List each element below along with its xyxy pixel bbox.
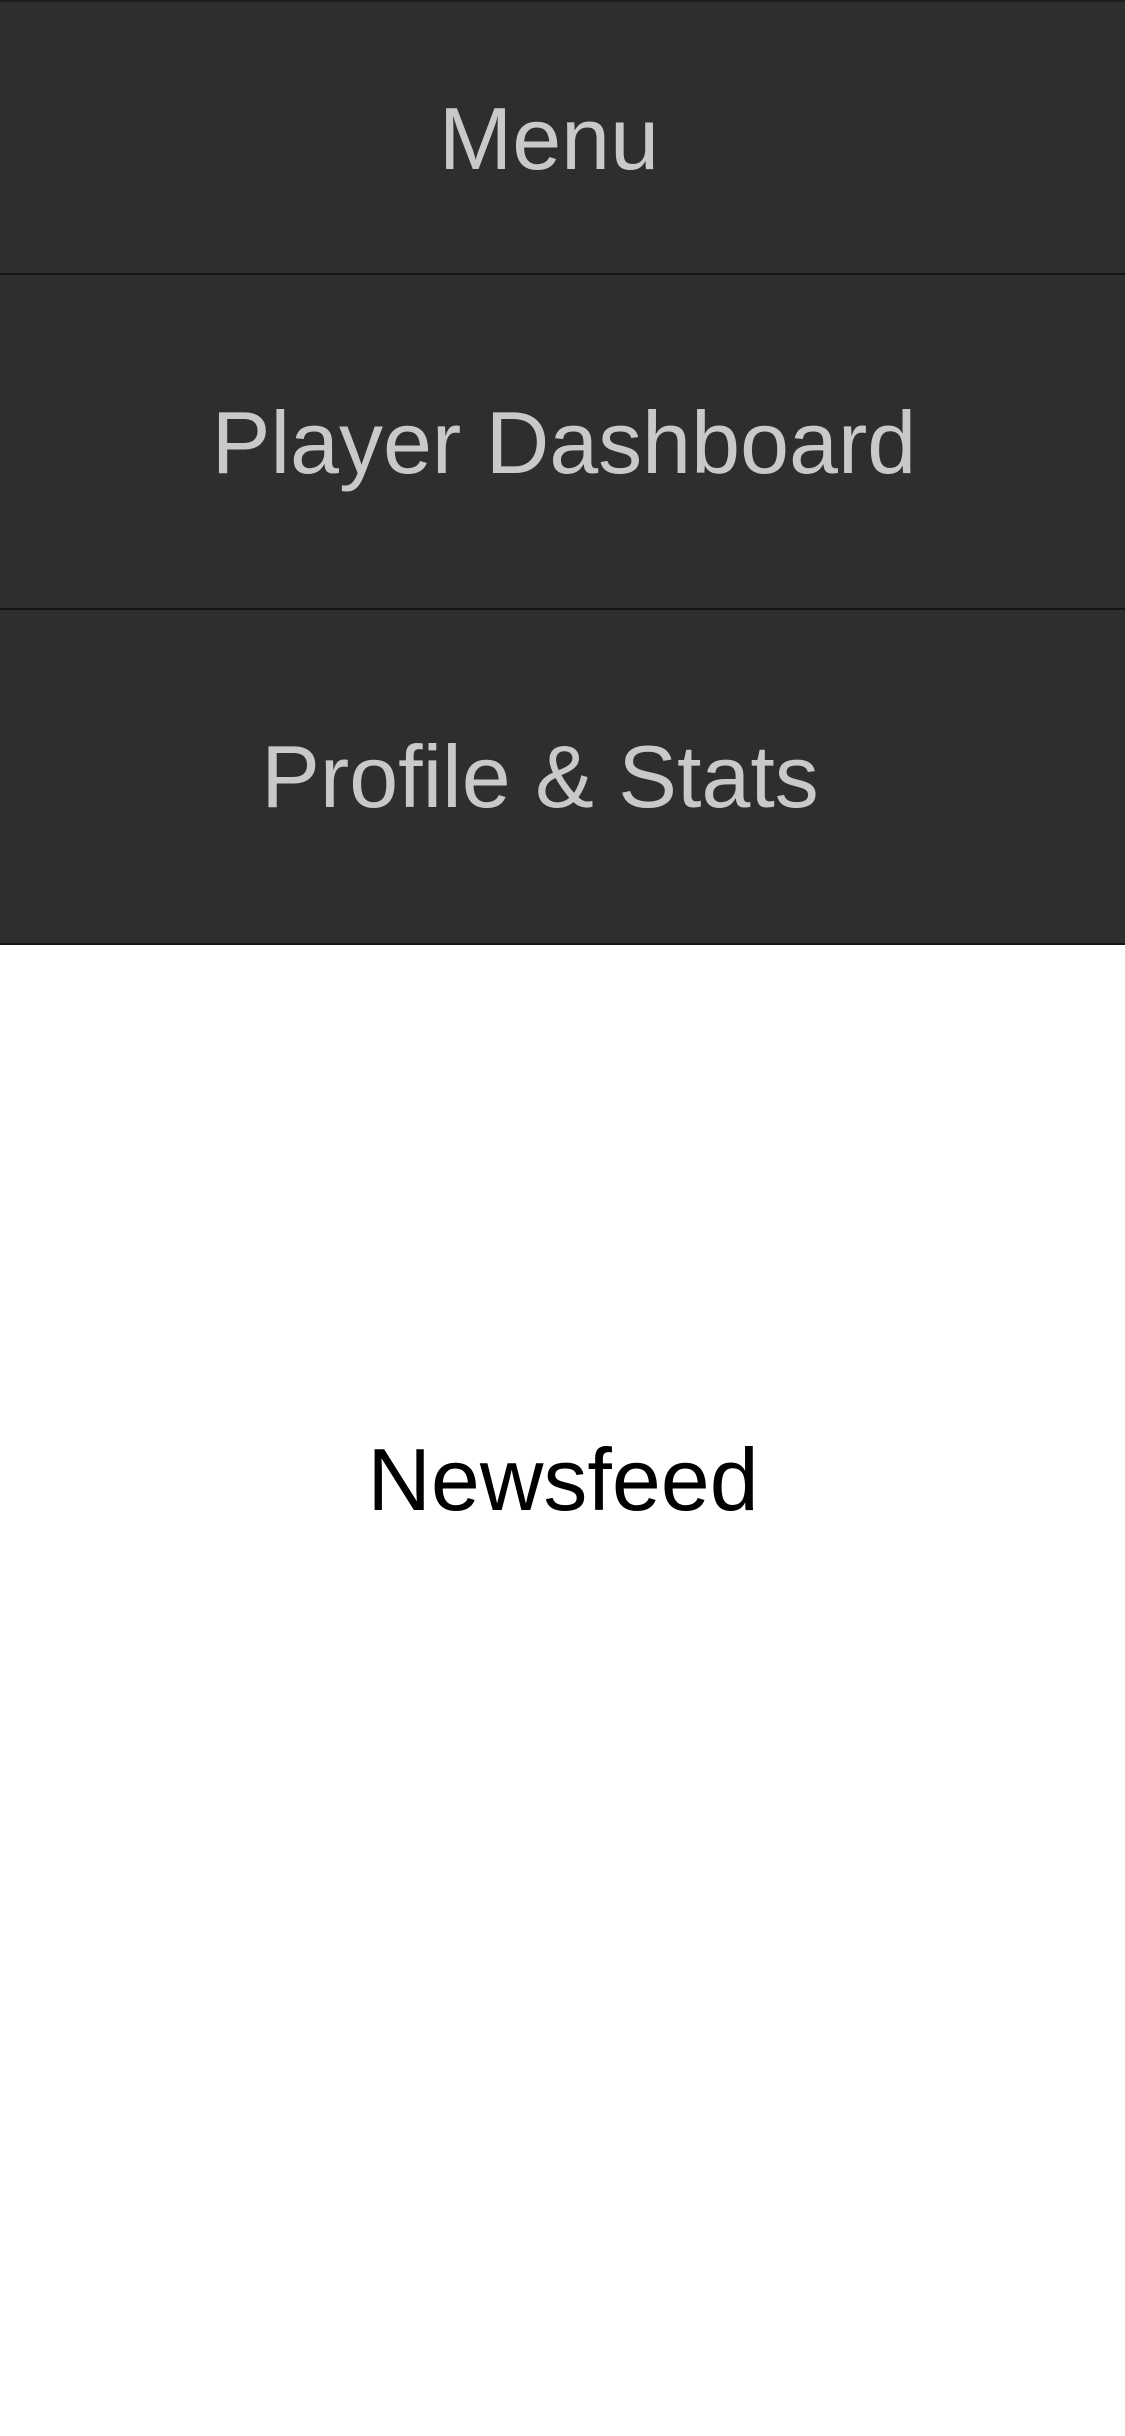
menu-item-label: Player Dashboard [211, 392, 917, 492]
app-screen: Menu Player Dashboard Profile & Stats Ne… [0, 0, 1125, 2436]
newsfeed-panel: Newsfeed [0, 945, 1125, 2436]
menu-item-label: Profile & Stats [261, 726, 819, 826]
menu-title: Menu [438, 88, 660, 188]
newsfeed-title: Newsfeed [367, 1430, 759, 1529]
menu-header: Menu [0, 0, 1125, 275]
menu-item-profile-stats[interactable]: Profile & Stats [0, 608, 1125, 945]
menu-item-player-dashboard[interactable]: Player Dashboard [0, 273, 1125, 610]
side-menu: Menu Player Dashboard Profile & Stats [0, 0, 1125, 945]
